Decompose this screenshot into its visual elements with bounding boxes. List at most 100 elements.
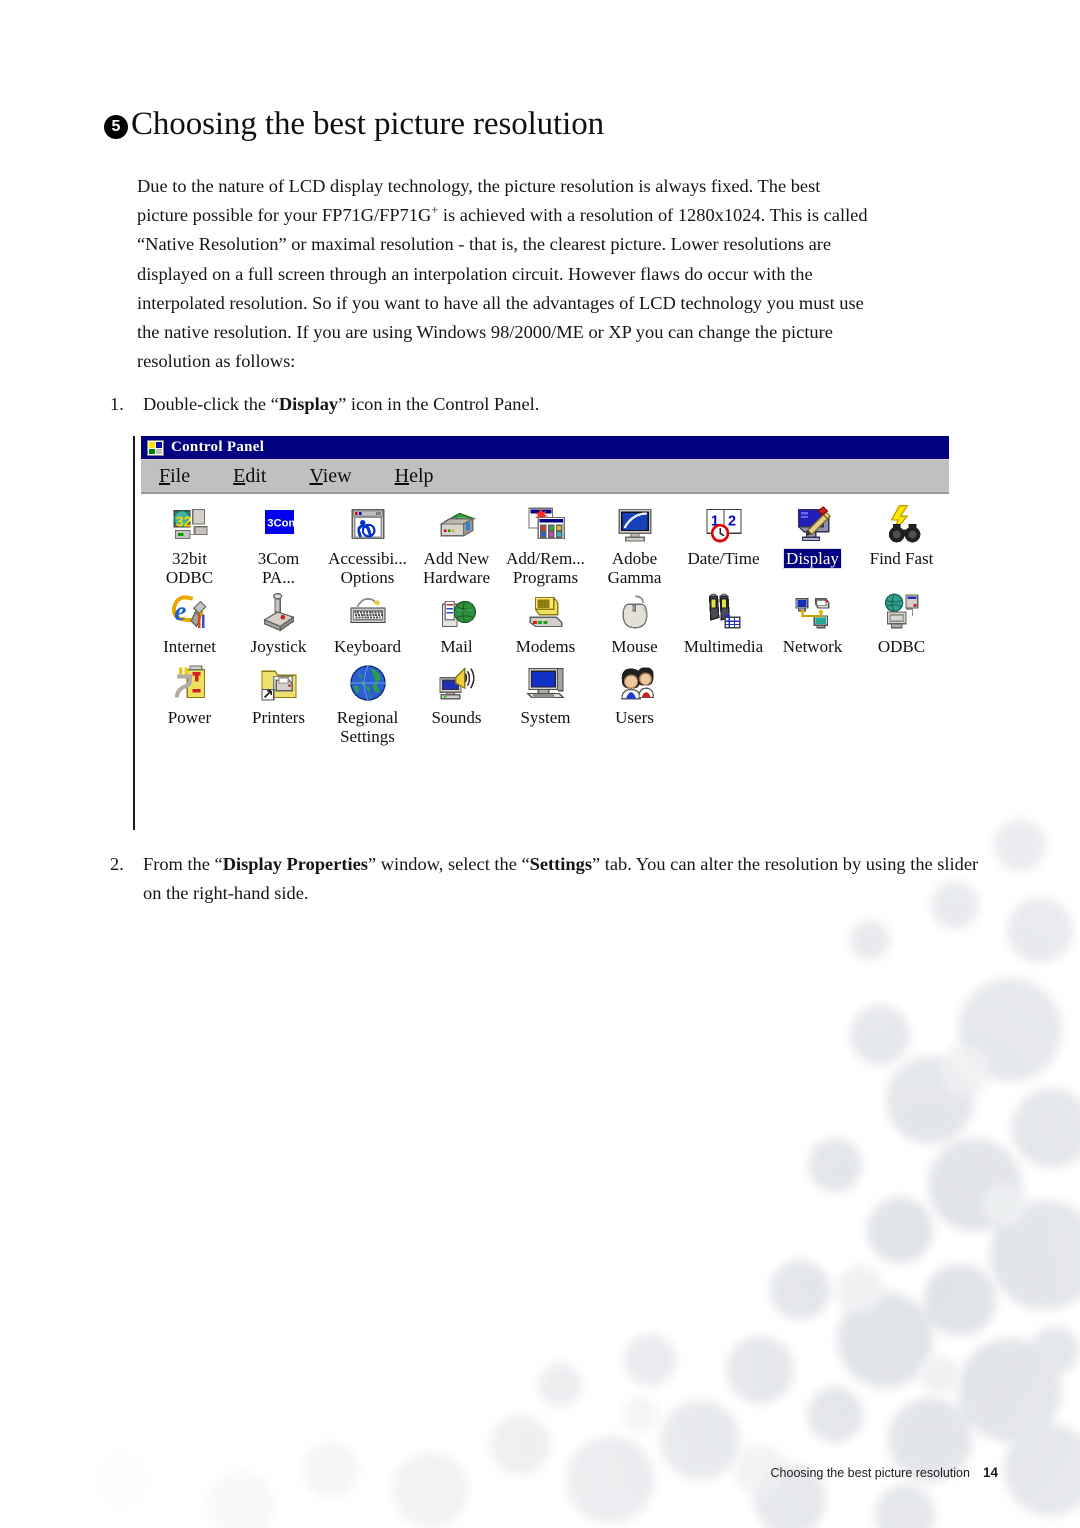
window-title-text: Control Panel: [171, 439, 265, 455]
menu-item-edit[interactable]: Edit: [233, 465, 266, 488]
section-number-badge: 5: [104, 115, 128, 139]
control-panel-item-label: Add/Rem... Programs: [506, 549, 585, 587]
menu-item-help[interactable]: Help: [395, 465, 434, 488]
control-panel-item-find-fast[interactable]: Find Fast: [857, 503, 946, 568]
control-panel-item-label: Accessibi... Options: [328, 549, 407, 587]
footer-title: Choosing the best picture resolution: [770, 1466, 970, 1480]
control-panel-window[interactable]: Control Panel File Edit View Help 32 32bi…: [141, 436, 949, 828]
control-panel-item-system[interactable]: System: [501, 662, 590, 727]
control-panel-item-users[interactable]: Users: [590, 662, 679, 727]
date-time-icon: 12: [702, 503, 746, 545]
control-panel-item-label: 32bit ODBC: [165, 549, 214, 587]
find-fast-icon: [880, 503, 924, 545]
control-panel-item-label: Joystick: [250, 637, 307, 656]
control-panel-item-mail[interactable]: Mail: [412, 591, 501, 656]
control-panel-icon-grid[interactable]: 32 32bit ODBC 3Com 3Com PA... Accessibi... O…: [141, 494, 949, 828]
intro-line-7: resolution as follows:: [137, 351, 296, 372]
joystick-icon: [257, 591, 301, 633]
intro-line-6: the native resolution. If you are using …: [137, 322, 833, 343]
control-panel-item-add-new-hardware[interactable]: Add New Hardware: [412, 503, 501, 587]
control-panel-item-display[interactable]: Display: [768, 503, 857, 569]
control-panel-item-label: Find Fast: [869, 549, 934, 568]
control-panel-item-label: Users: [615, 708, 654, 727]
step-item-1: 1. Double-click the “Display” icon in th…: [110, 390, 990, 419]
odbc-32bit-icon: 32: [168, 503, 212, 545]
control-panel-item-odbc-32bit[interactable]: 32 32bit ODBC: [145, 503, 234, 587]
internet-icon: e: [168, 591, 212, 633]
step-1-text-before: Double-click the “: [143, 394, 279, 414]
window-titlebar[interactable]: Control Panel: [141, 436, 949, 460]
control-panel-item-label: Regional Settings: [336, 708, 399, 746]
control-panel-item-regional-settings[interactable]: Regional Settings: [323, 662, 412, 746]
intro-line-5: interpolated resolution. So if you want …: [137, 292, 864, 313]
figure-left-rule: [133, 436, 135, 830]
control-panel-item-label: Sounds: [431, 708, 482, 727]
step-1-text-after: ” icon in the Control Panel.: [338, 394, 540, 414]
control-panel-item-adobe-gamma[interactable]: Adobe Gamma: [590, 503, 679, 587]
control-panel-item-label: Mouse: [611, 637, 658, 656]
svg-text:32: 32: [175, 515, 191, 531]
step-2-emphasis-1: Display Properties: [222, 854, 368, 874]
control-panel-item-multimedia[interactable]: Multimedia: [679, 591, 768, 656]
page-title: 5 Choosing the best picture resolution: [104, 100, 964, 148]
control-panel-item-label: Display: [783, 548, 842, 569]
accessibility-options-icon: [346, 503, 390, 545]
intro-line-2a: picture possible for your FP71G/FP71G: [137, 205, 432, 226]
menu-file-rest: ile: [170, 464, 191, 487]
control-panel-item-joystick[interactable]: Joystick: [234, 591, 323, 656]
control-panel-item-odbc[interactable]: ODBC: [857, 591, 946, 656]
control-panel-figure: Control Panel File Edit View Help 32 32bi…: [133, 436, 949, 830]
menu-edit-rest: dit: [245, 464, 267, 487]
step-2-text-mid: ” window, select the “: [367, 854, 530, 874]
regional-settings-icon: [346, 662, 390, 704]
control-panel-item-label: Mail: [440, 637, 473, 656]
sounds-icon: [435, 662, 479, 704]
intro-line-3: “Native Resolution” or maximal resolutio…: [137, 234, 832, 255]
mouse-icon: [613, 591, 657, 633]
users-icon: [613, 662, 657, 704]
control-panel-item-printers[interactable]: Printers: [234, 662, 323, 727]
control-panel-item-label: Date/Time: [687, 549, 760, 568]
keyboard-icon: [346, 591, 390, 633]
display-icon: [791, 503, 835, 545]
control-panel-item-date-time[interactable]: 1 2 Date/Time: [679, 503, 768, 568]
control-panel-item-sounds[interactable]: Sounds: [412, 662, 501, 727]
control-panel-item-power[interactable]: Power: [145, 662, 234, 727]
control-panel-item-label: Power: [167, 708, 212, 727]
intro-paragraph: Due to the nature of LCD display technol…: [137, 172, 995, 376]
control-panel-item-add-remove-programs[interactable]: Add/Rem... Programs: [501, 503, 590, 587]
control-panel-item-network[interactable]: Network: [768, 591, 857, 656]
add-remove-programs-icon: [524, 503, 568, 545]
page-footer: Choosing the best picture resolution 14: [771, 1465, 998, 1480]
menu-view-accel: V: [309, 464, 323, 487]
control-panel-item-label: Network: [782, 637, 843, 656]
menu-item-view[interactable]: View: [309, 465, 351, 488]
menu-file-accel: F: [159, 464, 171, 487]
control-panel-item-3com-pa[interactable]: 3Com 3Com PA...: [234, 503, 323, 587]
step-2-number: 2.: [110, 854, 124, 874]
control-panel-item-modems[interactable]: Modems: [501, 591, 590, 656]
3com-pa-icon: 3Com: [257, 503, 301, 545]
svg-text:e: e: [174, 595, 186, 626]
menu-view-rest: iew: [322, 464, 352, 487]
icon-row-1: 32 32bit ODBC 3Com 3Com PA... Accessibi... O…: [145, 503, 949, 587]
network-icon: [791, 591, 835, 633]
control-panel-item-keyboard[interactable]: Keyboard: [323, 591, 412, 656]
add-new-hardware-icon: [435, 503, 479, 545]
control-panel-item-label: ODBC: [877, 637, 926, 656]
page-title-text: Choosing the best picture resolution: [131, 105, 604, 142]
menu-item-file[interactable]: File: [159, 465, 190, 488]
menu-help-accel: H: [394, 464, 410, 487]
control-panel-item-label: Keyboard: [333, 637, 402, 656]
control-panel-item-accessibility-options[interactable]: Accessibi... Options: [323, 503, 412, 587]
intro-line-1: Due to the nature of LCD display technol…: [137, 176, 821, 196]
window-menubar[interactable]: File Edit View Help: [141, 460, 949, 494]
step-2-text: From the “Display Properties” window, se…: [143, 850, 1000, 908]
control-panel-item-internet[interactable]: e Internet: [145, 591, 234, 656]
multimedia-icon: [702, 591, 746, 633]
adobe-gamma-icon: [613, 503, 657, 545]
step-2-text-before: From the “: [143, 854, 223, 874]
step-1-emphasis: Display: [278, 394, 339, 414]
control-panel-item-mouse[interactable]: Mouse: [590, 591, 679, 656]
control-panel-item-label: 3Com PA...: [257, 549, 300, 587]
